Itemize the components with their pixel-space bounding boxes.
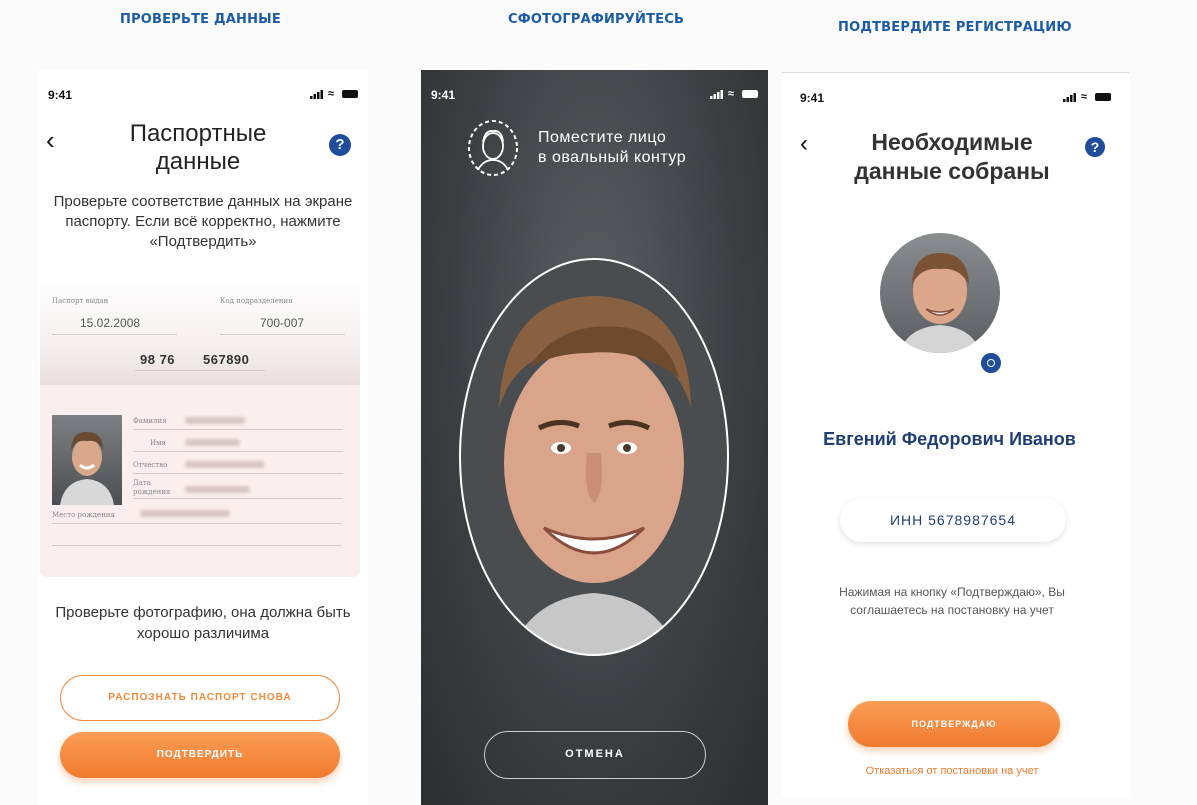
status-icons: ≈ (709, 88, 758, 100)
patronymic-label: Отчество (133, 461, 168, 469)
status-bar: 9:41 ≈ (782, 91, 1129, 107)
signal-icon (1062, 92, 1076, 102)
avatar (880, 233, 1000, 353)
battery-icon (342, 90, 358, 99)
status-time: 9:41 (800, 91, 825, 105)
face-oval-frame (459, 258, 729, 656)
signal-icon (309, 89, 323, 99)
avatar-photo (900, 253, 980, 353)
face-outline-icon (468, 120, 518, 176)
confirm-registration-button[interactable]: ПОДТВЕРЖДАЮ (848, 701, 1060, 747)
status-bar: 9:41 ≈ (421, 88, 768, 104)
status-time: 9:41 (48, 88, 73, 102)
help-icon[interactable]: ? (329, 134, 351, 156)
birth-place-label: Место рождения (52, 511, 115, 519)
passport-series: 98 76 (140, 352, 176, 367)
rescan-passport-button[interactable]: РАСПОЗНАТЬ ПАСПОРТ СНОВА (60, 675, 340, 721)
status-icons: ≈ (309, 88, 358, 100)
status-icons: ≈ (1062, 91, 1111, 103)
page-title: Необходимые данные собраны (854, 129, 1050, 184)
name-label: Имя (150, 439, 166, 447)
terms-text: Нажимая на кнопку «Подтверждаю», Вы согл… (839, 585, 1065, 617)
step-title-check: ПРОВЕРЬТЕ ДАННЫЕ (120, 12, 281, 27)
passport-photo (52, 415, 122, 505)
face-hint: Поместите лицо в овальный контур (538, 128, 686, 168)
face-hint-line-1: Поместите лицо (538, 129, 667, 146)
help-icon[interactable]: ? (1085, 137, 1105, 157)
issue-date-label: Паспорт выдан (52, 297, 109, 305)
registration-confirm-screen: 9:41 ≈ ‹ Необходимые данные собраны ? Ев… (782, 72, 1129, 797)
surname-label: Фамилия (133, 417, 167, 425)
camera-icon[interactable] (979, 351, 1003, 375)
back-button[interactable]: ‹ (46, 125, 55, 156)
instructions-text: Проверьте соответствие данных на экране … (53, 193, 353, 250)
status-time: 9:41 (431, 88, 456, 102)
inn-badge: ИНН 5678987654 (840, 498, 1066, 542)
signal-icon (709, 89, 723, 99)
wifi-icon: ≈ (1080, 91, 1088, 103)
user-full-name: Евгений Федорович Иванов (823, 429, 1076, 449)
passport-preview: Паспорт выдан 15.02.2008 Код подразделен… (40, 280, 360, 577)
cancel-button[interactable]: ОТМЕНА (484, 731, 706, 779)
wifi-icon: ≈ (727, 88, 735, 100)
step-title-photo: СФОТОГРАФИРУЙТЕСЬ (508, 12, 685, 27)
division-code-value: 700-007 (260, 316, 305, 330)
back-button[interactable]: ‹ (800, 130, 808, 158)
registration-flow: ПРОВЕРЬТЕ ДАННЫЕ СФОТОГРАФИРУЙТЕСЬ ПОДТВ… (0, 0, 1197, 805)
step-title-confirm: ПОДТВЕРДИТЕ РЕГИСТРАЦИЮ (838, 20, 1072, 35)
page-title: Паспортные данные (129, 120, 267, 175)
selfie-screen: 9:41 ≈ Поместите лицо в овальный контур (421, 70, 768, 805)
issue-date-value: 15.02.2008 (80, 316, 141, 330)
decline-registration-link[interactable]: Отказаться от постановки на учет (802, 765, 1102, 777)
battery-icon (1095, 93, 1111, 102)
birth-date-label: Дата рождения (133, 479, 171, 496)
passport-number: 567890 (203, 352, 250, 367)
passport-data-screen: 9:41 ≈ ‹ Паспортные данные ? Проверьте с… (38, 70, 368, 805)
photo-hint-text: Проверьте фотографию, она должна быть хо… (55, 604, 351, 642)
face-photo (60, 431, 114, 505)
wifi-icon: ≈ (327, 88, 335, 100)
status-bar: 9:41 ≈ (38, 88, 368, 104)
confirm-button[interactable]: ПОДТВЕРДИТЬ (60, 732, 340, 778)
face-hint-line-2: в овальный контур (538, 149, 687, 166)
division-code-label: Код подразделения (220, 297, 293, 305)
battery-icon (742, 90, 758, 99)
